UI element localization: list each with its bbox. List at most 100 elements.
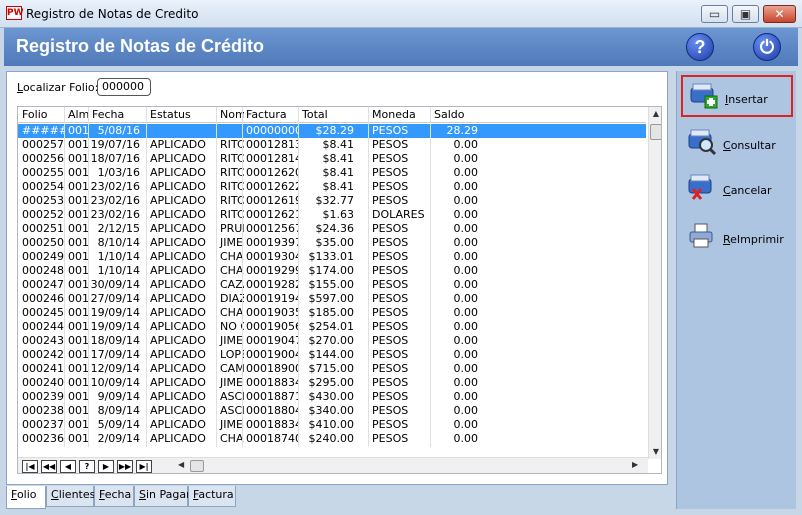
cell-saldo: 0.00 <box>453 208 479 221</box>
cell-estatus: APLICADO <box>150 194 206 207</box>
cell-saldo: 0.00 <box>453 222 479 235</box>
vertical-scrollbar[interactable]: ▲ ▼ <box>648 107 661 459</box>
next-page-button[interactable]: ▶▶ <box>117 460 133 473</box>
grid-header: FolioAlmFecha EstatusNombreFacturaTotal Mo… <box>18 107 646 123</box>
minimize-button[interactable]: ▭ <box>701 5 728 23</box>
table-row[interactable]: ###### 001 5/08/16 00000000 $28.29 PESOS 28.29 <box>18 124 646 138</box>
table-row[interactable]: 000257 00119/07/16 APLICADO RITCH00012813 $8… <box>18 138 646 152</box>
cell-folio: 000240 <box>22 376 64 389</box>
table-row[interactable]: 000254 00123/02/16 APLICADO RITCH00012622 $8… <box>18 180 646 194</box>
cell-fecha: 23/02/16 <box>90 208 140 221</box>
cell-moneda: DOLARES <box>372 208 425 221</box>
cell-estatus: APLICADO <box>150 292 206 305</box>
tab-clientes[interactable]: Clientes <box>46 486 95 507</box>
cell-saldo: 0.00 <box>453 390 479 403</box>
table-row[interactable]: 000248 001 1/10/14 APLICADO CHAI00019299 $174… <box>18 264 646 278</box>
table-row[interactable]: 000243 00118/09/14 APLICADO JIMEN00019047 $2… <box>18 334 646 348</box>
cell-folio: 000254 <box>22 180 64 193</box>
scroll-up-icon[interactable]: ▲ <box>651 109 661 119</box>
cell-fecha: 1/10/14 <box>97 264 140 277</box>
column-header-alm[interactable]: Alm <box>66 108 88 121</box>
table-row[interactable]: 000246 00127/09/14 APLICADO DIAZ00019194 $59… <box>18 292 646 306</box>
cell-fecha: 30/09/14 <box>90 278 140 291</box>
table-row[interactable]: 000250 001 8/10/14 APLICADO JIMEN00019397 $35… <box>18 236 646 250</box>
table-row[interactable]: 000242 00117/09/14 APLICADO LOPE00019004 $14… <box>18 348 646 362</box>
table-row[interactable]: 000253 00123/02/16 APLICADO RITCH00012619 $3… <box>18 194 646 208</box>
cell-estatus: APLICADO <box>150 166 206 179</box>
help-icon[interactable]: ? <box>686 33 714 61</box>
grid-body: ###### 001 5/08/16 00000000 $28.29 PESOS 28.29… <box>18 124 646 447</box>
table-row[interactable]: 000238 001 8/09/14 APLICADO ASCE00018804 $340… <box>18 404 646 418</box>
table-row[interactable]: 000247 00130/09/14 APLICADO CAZA00019282 $15… <box>18 278 646 292</box>
cancelar-button[interactable]: Cancelar <box>681 168 793 210</box>
next-record-button[interactable]: ▶ <box>98 460 114 473</box>
cell-total: $8.41 <box>322 166 355 179</box>
cell-nombre: RITCH <box>220 194 244 207</box>
cell-saldo: 0.00 <box>453 362 479 375</box>
table-row[interactable]: 000255 001 1/03/16 APLICADO RITCH00012620 $8.… <box>18 166 646 180</box>
cell-nombre: CHAI <box>220 306 244 319</box>
prev-record-button[interactable]: ◀ <box>60 460 76 473</box>
cell-factura: 00019299 <box>246 264 298 277</box>
cell-alm: 001 <box>68 236 88 249</box>
maximize-button[interactable]: ▣ <box>732 5 759 23</box>
table-row[interactable]: 000256 00118/07/16 APLICADO RITCH00012814 $8… <box>18 152 646 166</box>
table-row[interactable]: 000237 001 5/09/14 APLICADO JIMEN00018834 $41… <box>18 418 646 432</box>
table-row[interactable]: 000244 00119/09/14 APLICADO NO Q00019056 $25… <box>18 320 646 334</box>
table-row[interactable]: 000239 001 9/09/14 APLICADO ASCE00018871 $430… <box>18 390 646 404</box>
last-record-button[interactable]: ▶| <box>136 460 152 473</box>
cell-factura: 00019194 <box>246 292 298 305</box>
cell-moneda: PESOS <box>372 418 409 431</box>
cell-moneda: PESOS <box>372 264 409 277</box>
cell-estatus: APLICADO <box>150 138 206 151</box>
folio-search-input[interactable]: 000000 <box>97 78 151 96</box>
cell-total: $8.41 <box>322 152 355 165</box>
scroll-left-icon[interactable]: ◀ <box>178 460 184 469</box>
column-header-factura[interactable]: Factura <box>244 108 298 121</box>
scroll-thumb[interactable] <box>650 124 661 140</box>
find-record-button[interactable]: ? <box>79 460 95 473</box>
table-row[interactable]: 000240 00110/09/14 APLICADO JIMEN00018834 $2… <box>18 376 646 390</box>
column-header-moneda[interactable]: Moneda <box>370 108 430 121</box>
close-button[interactable]: ✕ <box>763 5 796 23</box>
cell-factura: 00019304 <box>246 250 298 263</box>
consultar-button[interactable]: Consultar <box>681 123 793 165</box>
table-row[interactable]: 000241 00112/09/14 APLICADO CAMA00018900 $71… <box>18 362 646 376</box>
cell-folio: 000250 <box>22 236 64 249</box>
table-row[interactable]: 000236 001 2/09/14 APLICADO CHAI00018740 $240… <box>18 432 646 446</box>
cell-factura: 00018834 <box>246 418 298 431</box>
table-row[interactable]: 000245 00119/09/14 APLICADO CHAI00019035 $18… <box>18 306 646 320</box>
cell-nombre: RITCH <box>220 166 244 179</box>
reimprimir-button[interactable]: ReImprimir <box>681 217 793 259</box>
tab-factura[interactable]: Factura <box>188 486 236 507</box>
tab-sin-pagar[interactable]: Sin Pagar <box>134 486 191 507</box>
cell-moneda: PESOS <box>372 138 409 151</box>
cell-nombre: CAMA <box>220 362 244 375</box>
insertar-button[interactable]: Insertar <box>681 75 793 117</box>
cell-moneda: PESOS <box>372 194 409 207</box>
tab-folio[interactable]: Folio <box>6 486 46 509</box>
column-separator <box>242 107 243 447</box>
column-header-folio[interactable]: Folio <box>20 108 64 121</box>
column-header-estatus[interactable]: Estatus <box>148 108 216 121</box>
column-header-fecha[interactable]: Fecha <box>90 108 144 121</box>
scroll-right-icon[interactable]: ▶ <box>632 460 638 469</box>
column-header-total[interactable]: Total <box>300 108 358 121</box>
column-separator <box>368 107 369 447</box>
action-sidebar: Insertar Consultar Cancelar ReImprimir <box>676 71 796 509</box>
cell-factura: 00018871 <box>246 390 298 403</box>
cell-saldo: 0.00 <box>453 432 479 445</box>
power-icon[interactable]: ⏻ <box>753 33 781 61</box>
cell-saldo: 0.00 <box>453 194 479 207</box>
prev-page-button[interactable]: ◀◀ <box>41 460 57 473</box>
column-header-saldo[interactable]: Saldo <box>432 108 482 121</box>
scroll-down-icon[interactable]: ▼ <box>651 447 661 457</box>
tab-fecha[interactable]: Fecha <box>94 486 134 507</box>
table-row[interactable]: 000249 001 1/10/14 APLICADO CHAI00019304 $133… <box>18 250 646 264</box>
first-record-button[interactable]: |◀ <box>22 460 38 473</box>
table-row[interactable]: 000251 001 2/12/15 APLICADO PRUE00012567 $24.… <box>18 222 646 236</box>
cell-factura: 00018900 <box>246 362 298 375</box>
column-header-nombre[interactable]: Nombre <box>218 108 244 121</box>
table-row[interactable]: 000252 00123/02/16 APLICADO RITCH00012621 $1… <box>18 208 646 222</box>
hscroll-thumb[interactable] <box>190 460 204 472</box>
